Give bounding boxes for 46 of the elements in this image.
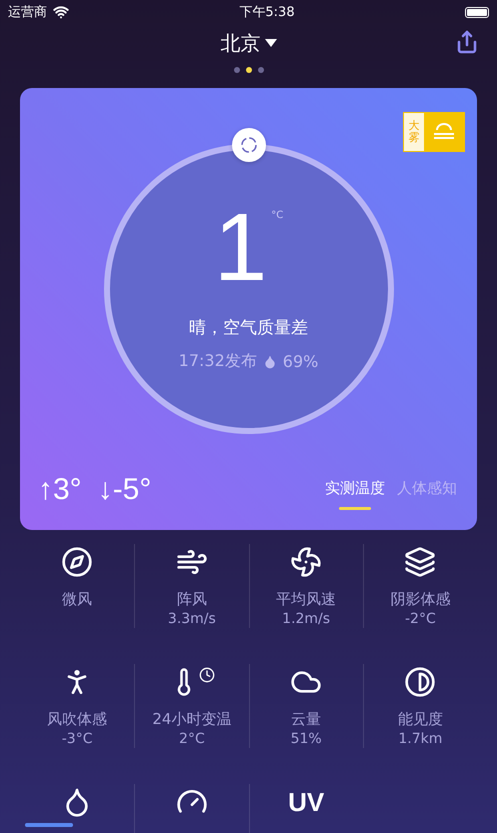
battery-icon	[464, 6, 489, 18]
page-dot[interactable]	[246, 67, 252, 73]
scroll-indicator	[25, 823, 73, 827]
page-dot[interactable]	[258, 67, 264, 73]
detail-label: 风吹体感	[47, 710, 108, 729]
detail-value: -3°C	[62, 731, 92, 747]
detail-value: 2°C	[179, 731, 205, 747]
temperature-tab[interactable]: 实测温度	[325, 479, 385, 510]
temperature-tab[interactable]: 人体感知	[397, 479, 457, 510]
ring-knob[interactable]	[232, 128, 266, 162]
compass-icon	[61, 546, 94, 578]
detail-value: 1.2m/s	[282, 611, 330, 627]
weather-alert-badge[interactable]: 大雾	[403, 112, 465, 152]
detail-value: 51%	[290, 731, 322, 747]
temperature-unit: °C	[271, 210, 284, 221]
detail-value: -2°C	[405, 611, 436, 627]
alert-label: 大雾	[404, 113, 424, 151]
layers-icon	[404, 546, 436, 578]
dashed-circle-icon	[240, 136, 258, 154]
current-temperature: 1	[214, 200, 268, 296]
caret-icon	[264, 39, 276, 47]
carrier-name: 运营商	[8, 4, 47, 21]
detail-label: 阵风	[176, 590, 207, 609]
status-time: 下午5:38	[239, 4, 295, 21]
low-temperature: ↓-5°	[98, 473, 152, 507]
share-button[interactable]	[455, 30, 479, 54]
detail-value: 3.3m/s	[168, 611, 216, 627]
detail-label: 平均风速	[276, 590, 336, 609]
publish-time: 17:32发布	[178, 351, 257, 372]
fog-icon	[431, 122, 457, 142]
uv-label: UV	[288, 787, 324, 817]
city-selector[interactable]: 北京	[220, 30, 276, 56]
high-temperature: ↑3°	[38, 473, 82, 507]
detail-label: 云量	[291, 710, 322, 729]
detail-label: 阴影体感	[390, 590, 450, 609]
detail-value: 1.7km	[398, 731, 442, 747]
page-dot[interactable]	[234, 67, 240, 73]
fan-icon	[290, 546, 322, 578]
wifi-icon	[53, 4, 69, 20]
humidity-icon	[262, 354, 277, 368]
humidity-value: 69%	[282, 352, 318, 371]
contrast-icon	[404, 666, 436, 698]
detail-label: 24小时变温	[152, 710, 232, 729]
detail-label: 能见度	[398, 710, 443, 729]
detail-label: 微风	[62, 590, 92, 609]
weather-condition: 晴，空气质量差	[189, 317, 308, 339]
